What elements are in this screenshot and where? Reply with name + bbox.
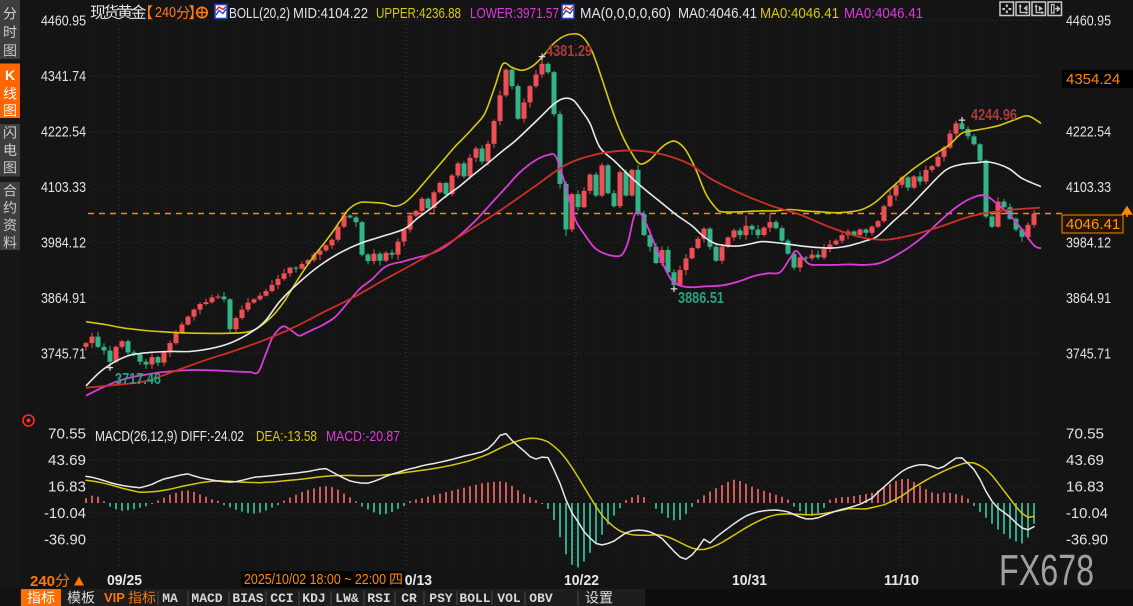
svg-text:MID:4104.22: MID:4104.22 bbox=[293, 5, 368, 22]
svg-text:MA(0,0,0,0,60): MA(0,0,0,0,60) bbox=[580, 5, 671, 22]
svg-text:4222.54: 4222.54 bbox=[1066, 124, 1111, 141]
svg-text:16.83: 16.83 bbox=[48, 478, 86, 495]
svg-text:4460.95: 4460.95 bbox=[41, 13, 86, 30]
svg-text:4103.33: 4103.33 bbox=[1066, 179, 1111, 196]
svg-text:-10.04: -10.04 bbox=[44, 505, 86, 522]
svg-text:3864.91: 3864.91 bbox=[41, 290, 86, 307]
svg-text:70.55: 70.55 bbox=[1066, 425, 1104, 442]
svg-text:KDJ: KDJ bbox=[302, 591, 325, 606]
svg-text:4244.96: 4244.96 bbox=[971, 107, 1017, 124]
svg-text:4103.33: 4103.33 bbox=[41, 179, 86, 196]
svg-text:4046.41: 4046.41 bbox=[1066, 216, 1120, 233]
svg-text:3984.12: 3984.12 bbox=[41, 235, 86, 252]
svg-text:BOLL(20,2): BOLL(20,2) bbox=[229, 5, 290, 22]
svg-text:3745.71: 3745.71 bbox=[1066, 346, 1111, 363]
svg-text:3717.46: 3717.46 bbox=[115, 371, 161, 388]
svg-text:3886.51: 3886.51 bbox=[678, 290, 724, 307]
svg-text:4341.74: 4341.74 bbox=[41, 68, 86, 85]
svg-text:240: 240 bbox=[155, 5, 176, 21]
svg-text:43.69: 43.69 bbox=[48, 452, 86, 469]
svg-text:4460.95: 4460.95 bbox=[1066, 13, 1111, 30]
svg-text:10/22: 10/22 bbox=[564, 572, 599, 589]
svg-text:RSI: RSI bbox=[367, 591, 390, 606]
svg-text:CCI: CCI bbox=[270, 591, 293, 606]
svg-text:MA0:4046.41: MA0:4046.41 bbox=[760, 5, 839, 22]
svg-text:-36.90: -36.90 bbox=[44, 531, 86, 548]
svg-text:FX678: FX678 bbox=[999, 546, 1094, 595]
svg-text:LOWER:3971.57: LOWER:3971.57 bbox=[470, 5, 559, 22]
svg-text:09/25: 09/25 bbox=[107, 572, 142, 589]
svg-text:3984.12: 3984.12 bbox=[1066, 235, 1111, 252]
svg-text:BIAS: BIAS bbox=[232, 591, 263, 606]
svg-text:4381.29: 4381.29 bbox=[546, 43, 592, 60]
svg-text:MACD(26,12,9) DIFF:-24.02: MACD(26,12,9) DIFF:-24.02 bbox=[95, 428, 244, 445]
svg-text:43.69: 43.69 bbox=[1066, 452, 1104, 469]
svg-text:OBV: OBV bbox=[529, 591, 553, 606]
svg-text:MA0:4046.41: MA0:4046.41 bbox=[678, 5, 757, 22]
svg-text:MACD:-20.87: MACD:-20.87 bbox=[326, 428, 400, 445]
svg-text:3864.91: 3864.91 bbox=[1066, 290, 1111, 307]
svg-text:PSY: PSY bbox=[429, 591, 453, 606]
svg-text:MACD: MACD bbox=[191, 591, 222, 606]
svg-text:16.83: 16.83 bbox=[1066, 478, 1104, 495]
svg-text:4354.24: 4354.24 bbox=[1066, 71, 1120, 88]
svg-text:K: K bbox=[5, 67, 15, 83]
svg-text:CR: CR bbox=[401, 591, 417, 606]
svg-text:MA0:4046.41: MA0:4046.41 bbox=[844, 5, 923, 22]
svg-text:VOL: VOL bbox=[497, 591, 521, 606]
svg-text:LW&: LW& bbox=[335, 591, 359, 606]
svg-text:MA: MA bbox=[162, 591, 178, 606]
svg-text:3745.71: 3745.71 bbox=[41, 346, 86, 363]
svg-text:BOLL: BOLL bbox=[459, 591, 490, 606]
svg-text:4222.54: 4222.54 bbox=[41, 124, 86, 141]
svg-text:70.55: 70.55 bbox=[48, 425, 86, 442]
svg-text:11/10: 11/10 bbox=[884, 572, 919, 589]
svg-text:DEA:-13.58: DEA:-13.58 bbox=[256, 428, 317, 445]
svg-text:VIP: VIP bbox=[104, 590, 125, 605]
svg-text:2025/10/02 18:00 ~ 22:00: 2025/10/02 18:00 ~ 22:00 bbox=[244, 572, 386, 588]
svg-text:240: 240 bbox=[30, 573, 55, 590]
svg-text:10/31: 10/31 bbox=[732, 572, 767, 589]
svg-text:UPPER:4236.88: UPPER:4236.88 bbox=[376, 5, 461, 22]
svg-text:-10.04: -10.04 bbox=[1066, 505, 1108, 522]
